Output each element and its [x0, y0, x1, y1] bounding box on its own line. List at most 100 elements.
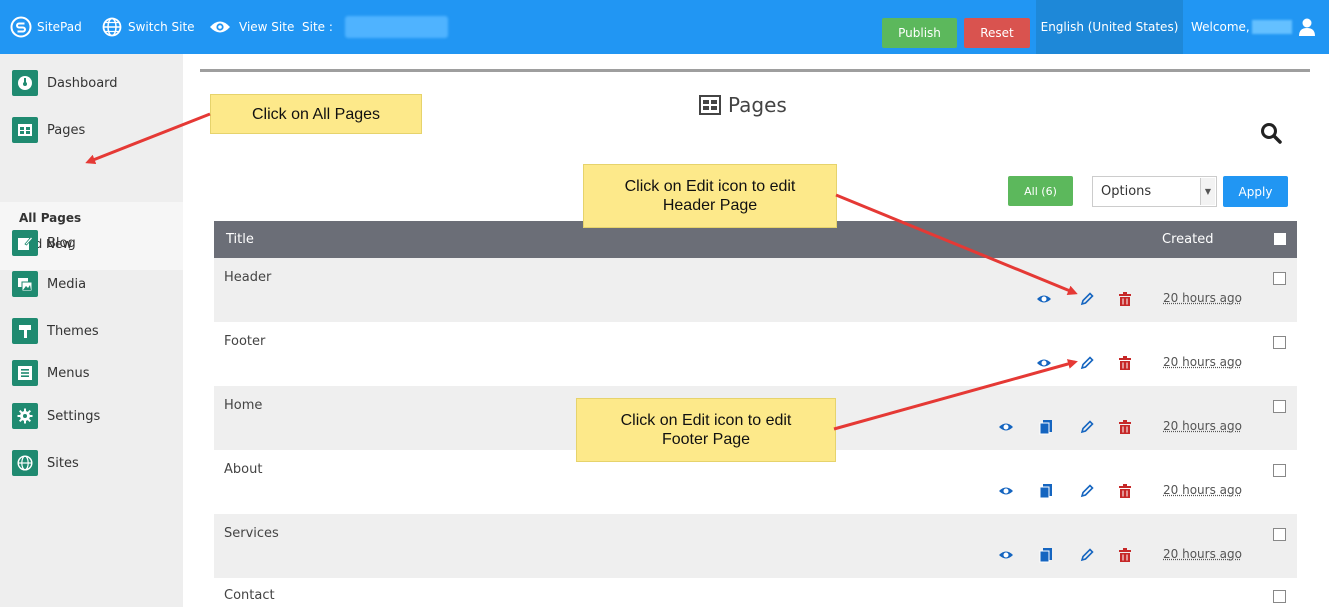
row-checkbox[interactable]	[1273, 336, 1286, 349]
site-label: Site :	[302, 20, 333, 34]
table-row: Footer 20 hours ago	[214, 322, 1297, 386]
search-icon[interactable]	[1260, 122, 1282, 144]
submenu-all-pages[interactable]: All Pages	[19, 211, 81, 225]
settings-icon	[12, 403, 38, 429]
row-checkbox[interactable]	[1273, 528, 1286, 541]
sidebar-item-label: Media	[47, 276, 87, 292]
bulk-options-value: Options	[1101, 184, 1152, 199]
row-checkbox[interactable]	[1273, 272, 1286, 285]
table-row: Contact	[214, 578, 1297, 607]
username-redacted	[1251, 20, 1292, 34]
sites-icon	[12, 450, 38, 476]
edit-pencil-icon[interactable]	[1079, 355, 1095, 371]
trash-icon[interactable]	[1117, 291, 1133, 307]
callout-edit-footer-line1: Click on Edit icon to edit	[620, 412, 792, 429]
chevron-down-icon: ▼	[1200, 178, 1215, 205]
select-all-checkbox[interactable]	[1274, 233, 1286, 245]
sitepad-link[interactable]: SitePad	[10, 0, 82, 54]
sidebar-item-menus[interactable]: Menus	[12, 360, 89, 386]
row-created: 20 hours ago	[1163, 547, 1242, 561]
trash-icon[interactable]	[1117, 355, 1133, 371]
sidebar-item-blog[interactable]: Blog	[12, 230, 76, 256]
row-title[interactable]: Header	[224, 270, 271, 285]
view-site-link[interactable]: View Site	[209, 0, 294, 54]
row-title[interactable]: Services	[224, 526, 279, 541]
sidebar-item-label: Blog	[47, 235, 76, 251]
sidebar-item-label: Themes	[47, 323, 99, 339]
sidebar-item-label: Sites	[47, 455, 79, 471]
pages-icon	[699, 95, 721, 115]
callout-edit-header-line2: Header Page	[662, 197, 758, 214]
sidebar-item-settings[interactable]: Settings	[12, 403, 100, 429]
apply-button[interactable]: Apply	[1223, 176, 1288, 207]
publish-button[interactable]: Publish	[882, 18, 957, 48]
copy-icon[interactable]	[1038, 483, 1054, 499]
content-divider	[200, 69, 1310, 72]
page-title-text: Pages	[728, 93, 787, 117]
sitepad-label: SitePad	[37, 20, 82, 34]
sidebar-item-label: Settings	[47, 408, 101, 424]
trash-icon[interactable]	[1117, 419, 1133, 435]
row-title[interactable]: Home	[224, 398, 262, 413]
copy-icon[interactable]	[1038, 547, 1054, 563]
trash-icon[interactable]	[1117, 547, 1133, 563]
row-checkbox[interactable]	[1273, 464, 1286, 477]
filter-all-button[interactable]: All (6)	[1008, 176, 1073, 206]
edit-pencil-icon[interactable]	[1079, 419, 1095, 435]
welcome-user[interactable]: Welcome,	[1191, 0, 1316, 54]
sidebar-item-pages[interactable]: Pages	[12, 117, 85, 143]
globe-icon	[102, 17, 122, 37]
pages-icon	[12, 117, 38, 143]
page-title: Pages	[699, 93, 787, 117]
row-checkbox[interactable]	[1273, 400, 1286, 413]
sidebar-item-themes[interactable]: Themes	[12, 318, 99, 344]
eye-icon[interactable]	[998, 483, 1014, 499]
dashboard-icon	[12, 70, 38, 96]
table-row: Header 20 hours ago	[214, 258, 1297, 322]
sitepad-logo-icon	[10, 16, 32, 38]
sidebar-item-label: Pages	[47, 122, 86, 138]
row-title[interactable]: About	[224, 462, 262, 477]
callout-edit-footer: Click on Edit icon to edit Footer Page	[576, 398, 836, 462]
callout-edit-footer-line2: Footer Page	[661, 431, 751, 448]
edit-pencil-icon[interactable]	[1079, 483, 1095, 499]
callout-edit-header-line1: Click on Edit icon to edit	[624, 178, 796, 195]
copy-icon[interactable]	[1038, 419, 1054, 435]
row-checkbox[interactable]	[1273, 590, 1286, 603]
sidebar-item-sites[interactable]: Sites	[12, 450, 79, 476]
view-site-label: View Site	[239, 20, 295, 34]
eye-icon[interactable]	[1036, 291, 1052, 307]
menus-icon	[12, 360, 38, 386]
sidebar-item-media[interactable]: Media	[12, 271, 86, 297]
table-row: Services 20 hours ago	[214, 514, 1297, 578]
row-title[interactable]: Contact	[224, 588, 275, 603]
themes-icon	[12, 318, 38, 344]
eye-icon[interactable]	[998, 419, 1014, 435]
language-selector[interactable]: English (United States)	[1036, 0, 1183, 54]
callout-edit-header: Click on Edit icon to edit Header Page	[583, 164, 837, 228]
top-bar: SitePad Switch Site View Site Site : Pub…	[0, 0, 1329, 54]
row-created: 20 hours ago	[1163, 355, 1242, 369]
eye-icon	[210, 21, 230, 33]
sidebar-item-label: Menus	[47, 365, 90, 381]
trash-icon[interactable]	[1117, 483, 1133, 499]
eye-icon[interactable]	[998, 547, 1014, 563]
row-title[interactable]: Footer	[224, 334, 265, 349]
site-name-redacted	[345, 16, 448, 38]
eye-icon[interactable]	[1036, 355, 1052, 371]
switch-site-link[interactable]: Switch Site	[102, 0, 195, 54]
reset-button[interactable]: Reset	[964, 18, 1030, 48]
welcome-label: Welcome,	[1191, 20, 1250, 34]
switch-site-label: Switch Site	[128, 20, 195, 34]
media-icon	[12, 271, 38, 297]
user-icon	[1298, 18, 1315, 36]
edit-pencil-icon[interactable]	[1079, 291, 1095, 307]
blog-icon	[12, 230, 38, 256]
column-title: Title	[226, 232, 254, 247]
edit-pencil-icon[interactable]	[1079, 547, 1095, 563]
row-created: 20 hours ago	[1163, 419, 1242, 433]
sidebar-item-dashboard[interactable]: Dashboard	[12, 70, 118, 96]
sidebar-item-label: Dashboard	[47, 75, 118, 91]
bulk-options-select[interactable]: Options ▼	[1092, 176, 1217, 207]
callout-all-pages: Click on All Pages	[210, 94, 422, 134]
